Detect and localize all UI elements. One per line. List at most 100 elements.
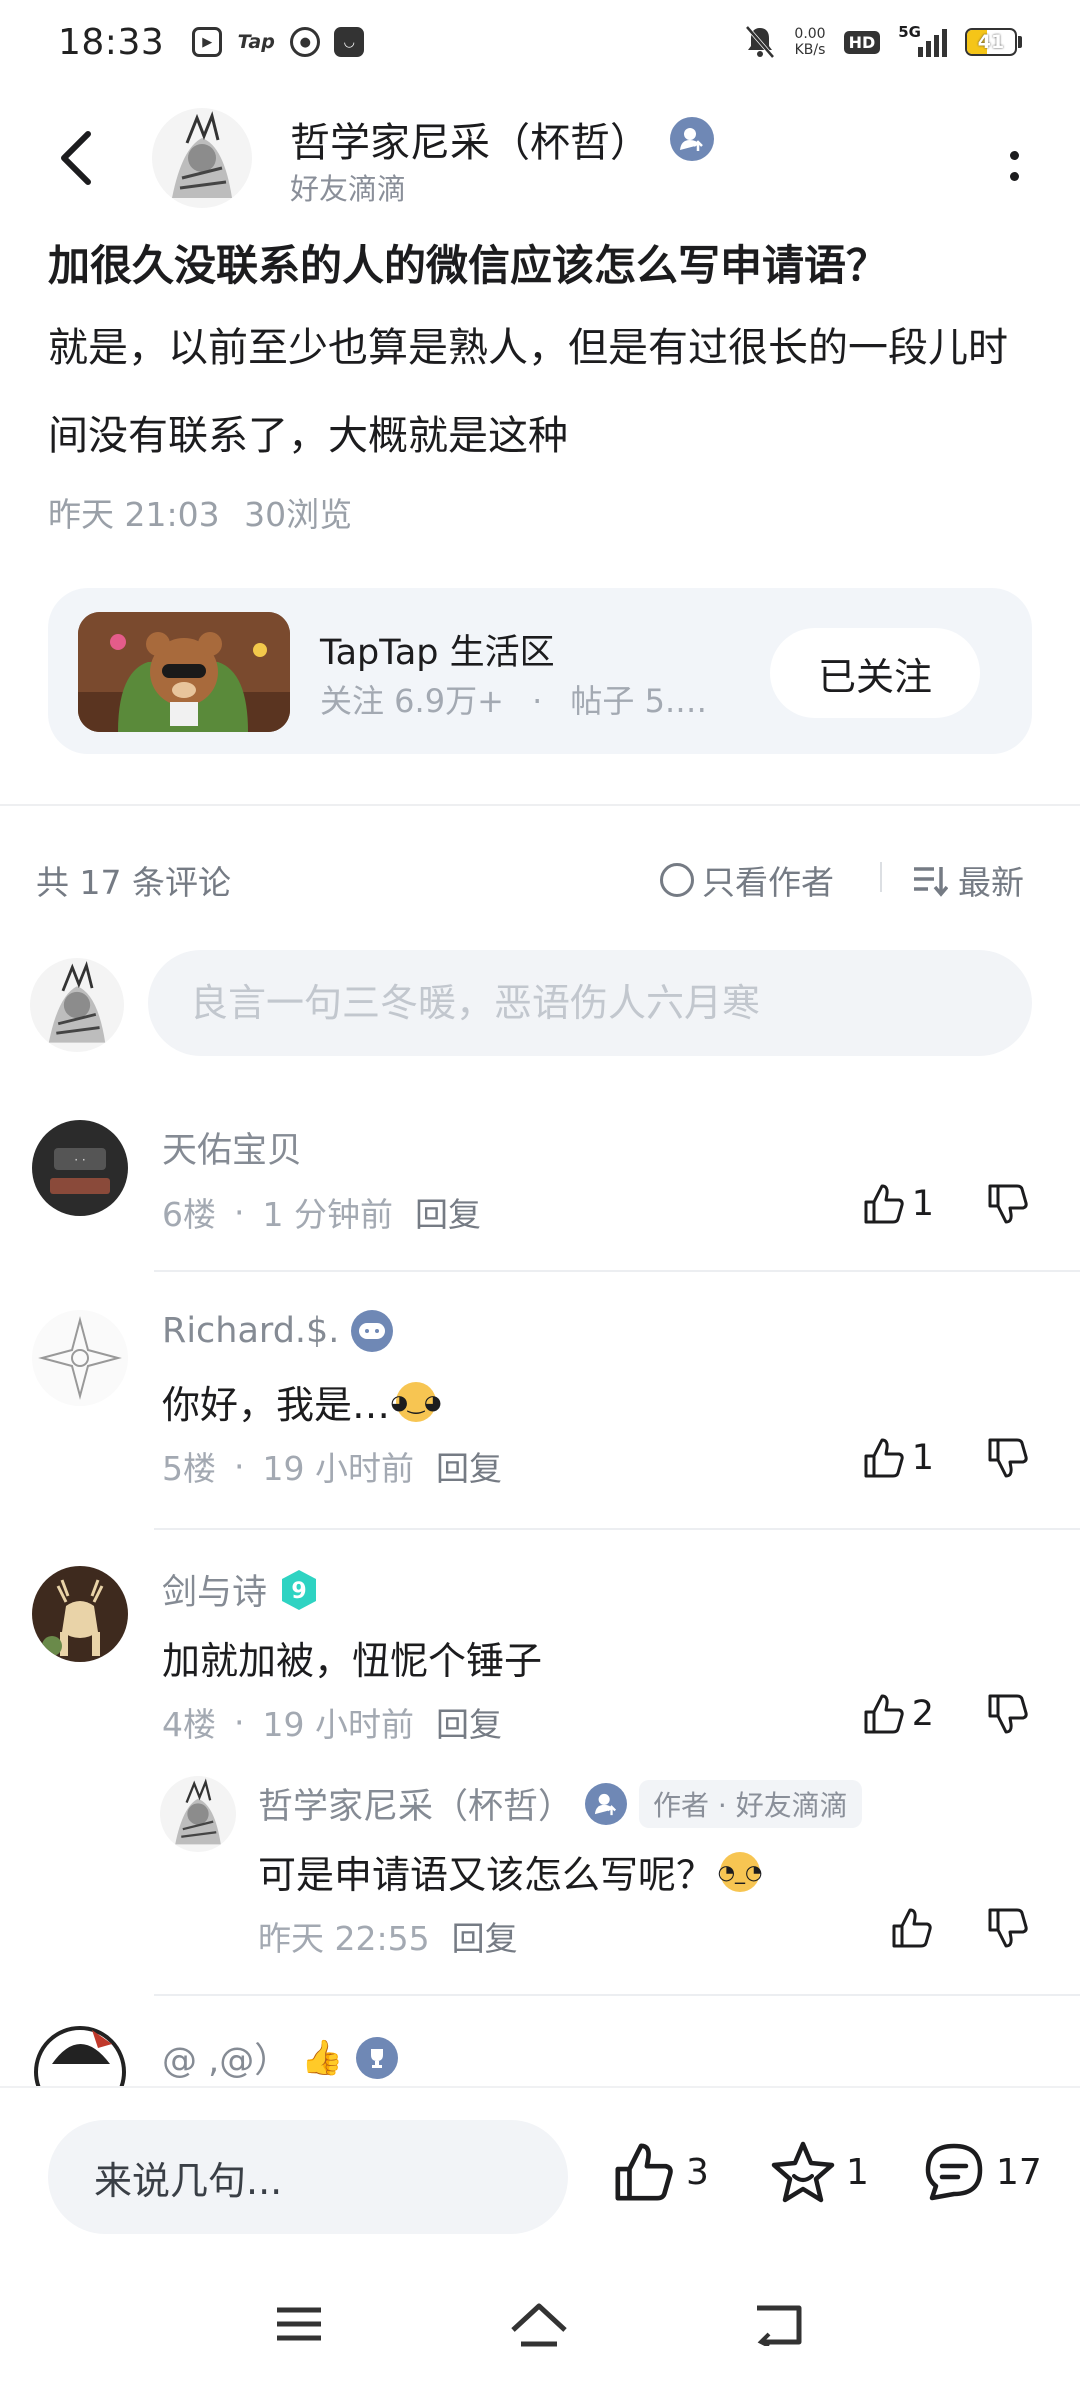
community-card[interactable]: TapTap 生活区 关注 6.9万+ · 帖子 5.… 已关注: [48, 588, 1032, 754]
my-avatar: [30, 958, 124, 1052]
community-image: [78, 612, 290, 732]
only-author-label: 只看作者: [702, 863, 834, 902]
commenter-name[interactable]: 剑与诗 9: [162, 1564, 319, 1615]
comment-input[interactable]: [148, 950, 1032, 1056]
comment-divider: [154, 1270, 1080, 1272]
like-button[interactable]: 1: [862, 1182, 934, 1226]
verified-user-icon: [585, 1782, 628, 1825]
sort-button[interactable]: 最新: [912, 856, 1024, 904]
author-name[interactable]: 哲学家尼采（杯哲）: [290, 110, 714, 168]
like-button[interactable]: 2: [862, 1692, 934, 1736]
level-badge-number: 9: [291, 1579, 306, 1604]
favorite-button[interactable]: 1: [770, 2140, 869, 2204]
gamepad-badge-icon: [351, 1310, 394, 1352]
comment-divider: [154, 1528, 1080, 1530]
baidu-icon: ●: [290, 27, 321, 57]
comment-input-row: [30, 950, 1050, 1058]
reply-button[interactable]: 回复: [436, 1698, 502, 1746]
thumbs-up-icon: [864, 1694, 904, 1734]
comment-count: 17: [996, 2151, 1042, 2193]
nav-menu-button[interactable]: [264, 2294, 334, 2354]
star-icon: [771, 2141, 835, 2203]
community-name: TapTap 生活区: [320, 633, 555, 673]
trophy-badge-icon: [355, 2036, 398, 2079]
community-stats: 关注 6.9万+ · 帖子 5.…: [320, 676, 707, 722]
commenter-avatar[interactable]: [32, 1310, 128, 1406]
thumbs-up-icon: [864, 1438, 904, 1478]
comment-divider: [154, 1994, 1080, 1996]
reply-text: 可是申请语又该怎么写呢？ ◔_◔: [258, 1844, 762, 1899]
reply-time: 昨天 22:55: [258, 1919, 430, 1958]
reply-button[interactable]: 回复: [436, 1442, 502, 1490]
comment-floor: 6楼: [162, 1195, 216, 1234]
commenter-avatar[interactable]: · ·: [32, 1120, 128, 1216]
only-author-toggle[interactable]: 只看作者: [660, 856, 834, 904]
back-button[interactable]: [46, 128, 106, 188]
quick-comment-input[interactable]: 来说几句...: [48, 2120, 568, 2234]
comment-actions: 1: [862, 1182, 1030, 1226]
dislike-button[interactable]: [986, 1692, 1030, 1736]
network-type-label: 5G: [898, 23, 921, 41]
menu-icon: [277, 2307, 321, 2341]
reply-button[interactable]: 回复: [452, 1912, 518, 1960]
comment-floor: 5楼: [162, 1449, 216, 1488]
nav-back-button[interactable]: [744, 2294, 814, 2354]
more-dot: [1009, 151, 1019, 160]
thumbs-down-icon: [988, 1908, 1028, 1948]
back-arrow-icon: [61, 131, 91, 185]
comments-button[interactable]: 17: [922, 2140, 1042, 2204]
commenter-avatar[interactable]: [32, 2024, 128, 2086]
post-header: 哲学家尼采（杯哲） 好友滴滴: [0, 96, 1080, 216]
post-like-count: 3: [686, 2151, 709, 2193]
commenter-avatar[interactable]: [32, 1566, 128, 1662]
like-button[interactable]: 1: [862, 1436, 934, 1480]
reply-text-content: 可是申请语又该怎么写呢？: [258, 1853, 715, 1897]
nav-home-button[interactable]: [504, 2294, 574, 2354]
commenter-name-text: 剑与诗: [162, 1573, 268, 1613]
comment-floor: 4楼: [162, 1705, 216, 1744]
author-tag: 作者 · 好友滴滴: [639, 1779, 862, 1828]
comment-text: 加就加被，忸怩个锤子: [162, 1639, 543, 1683]
dislike-button[interactable]: [986, 1906, 1030, 1950]
follow-button[interactable]: 已关注: [770, 628, 980, 718]
reply-actions: [890, 1906, 1030, 1950]
reply-author-avatar[interactable]: [160, 1776, 236, 1852]
bilibili-icon: ▶: [192, 27, 223, 57]
radio-circle-icon: [660, 863, 694, 897]
section-divider: [0, 804, 1080, 806]
thumbs-down-icon: [988, 1184, 1028, 1224]
sort-label: 最新: [958, 863, 1024, 902]
reply-button[interactable]: 回复: [415, 1188, 481, 1236]
comment-time: 19 小时前: [262, 1705, 414, 1744]
post-like-button[interactable]: 3: [612, 2140, 709, 2204]
status-time: 18:33: [58, 21, 165, 63]
level-badge-icon: 9: [279, 1568, 319, 1612]
community-followers: 关注 6.9万+: [320, 682, 504, 720]
thumbs-down-icon: [988, 1694, 1028, 1734]
hd-voice-badge: HD: [843, 30, 881, 54]
comment-actions: 2: [862, 1692, 1030, 1736]
sketch-portrait-icon: [30, 958, 124, 1052]
author-avatar[interactable]: [152, 108, 252, 208]
dislike-button[interactable]: [986, 1182, 1030, 1226]
commenter-name[interactable]: Richard.$.: [162, 1310, 394, 1352]
commenter-name[interactable]: @ ,@） 👍: [162, 2032, 398, 2083]
reply-author-name[interactable]: 哲学家尼采（杯哲） 作者 · 好友滴滴: [258, 1778, 862, 1829]
emoji-thinking-icon: ◔_◔: [718, 1851, 762, 1892]
more-options-button[interactable]: [992, 136, 1036, 196]
like-count: 1: [911, 1184, 934, 1224]
comment-meta: 6楼 · 1 分钟前 回复: [162, 1188, 481, 1236]
comment-time: 1 分钟前: [262, 1195, 394, 1234]
like-button[interactable]: [890, 1906, 934, 1950]
like-count: 1: [911, 1438, 934, 1478]
thumbs-up-icon: [615, 2143, 673, 2201]
dislike-button[interactable]: [986, 1436, 1030, 1480]
sort-icon: [914, 867, 948, 897]
battery-icon: 41: [965, 28, 1022, 56]
post-meta: 昨天 21:03 30浏览: [48, 488, 352, 536]
commenter-name[interactable]: 天佑宝贝: [162, 1122, 302, 1173]
post-views: 30浏览: [244, 495, 353, 534]
reply-author-name-text: 哲学家尼采（杯哲）: [258, 1787, 574, 1827]
status-bar: 18:33 ▶ Tap ● ◡ 0.00 KB/s HD 5G 41: [0, 0, 1080, 84]
commenter-name-text: @ ,@）: [162, 2041, 290, 2081]
